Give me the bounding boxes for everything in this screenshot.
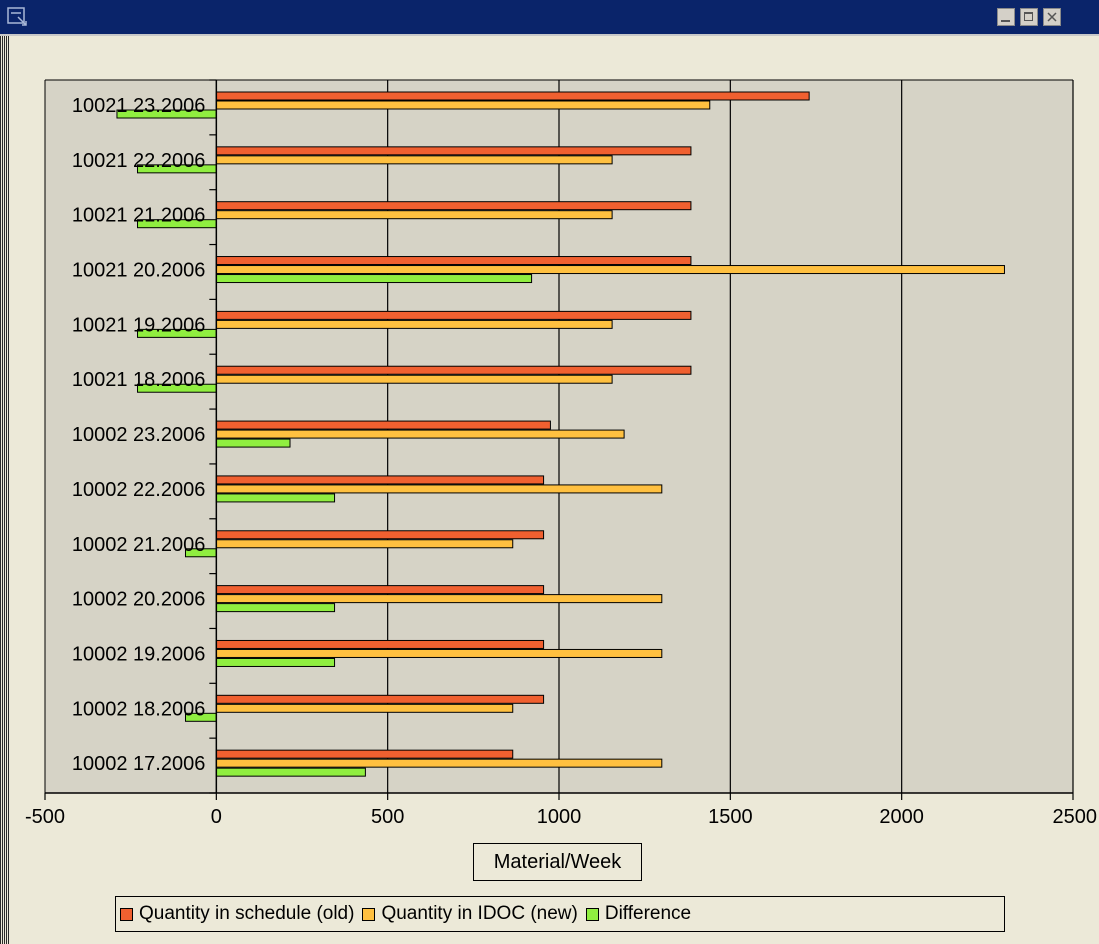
legend-swatch: [362, 907, 376, 921]
bar-chart: 10021 23.2006 10021 22.2006 10021 21.2006 1…: [25, 79, 1097, 828]
bar: [215, 703, 514, 713]
bar: [215, 319, 613, 329]
bar: [215, 639, 545, 649]
bar: [215, 100, 711, 110]
y-tick-label: 10021 22.2006: [72, 150, 205, 172]
legend: Quantity in schedule (old) Quantity in I…: [115, 896, 1005, 932]
legend-item-difference: Difference: [585, 903, 692, 925]
legend-label: Difference: [604, 903, 692, 924]
bar: [215, 274, 533, 284]
y-tick-label: 10002 23.2006: [72, 424, 205, 446]
y-tick-label: 10002 20.2006: [72, 589, 205, 611]
y-tick-label: 10021 21.2006: [72, 205, 205, 227]
x-tick-label: 0: [211, 806, 222, 828]
bar: [215, 374, 613, 384]
y-tick-label: 10002 18.2006: [72, 698, 205, 720]
bar: [215, 539, 514, 549]
legend-label: Quantity in IDOC (new): [381, 903, 578, 924]
bar: [215, 694, 545, 704]
bar: [215, 648, 663, 658]
bar: [215, 420, 551, 430]
bar: [215, 438, 291, 448]
bar: [215, 493, 336, 503]
bar: [215, 758, 663, 768]
x-tick-label: 2500: [1053, 806, 1098, 828]
legend-label: Quantity in schedule (old): [139, 903, 355, 924]
y-tick-label: 10021 19.2006: [72, 314, 205, 336]
y-tick-label: 10002 21.2006: [72, 534, 205, 556]
y-tick-label: 10002 17.2006: [72, 753, 205, 775]
legend-item-old: Quantity in schedule (old): [120, 903, 354, 925]
bar: [215, 256, 692, 266]
bar: [215, 475, 545, 485]
x-tick-labels: -500 0 500 1000 1500 2000 2500: [25, 806, 1097, 828]
x-tick-label: 1500: [708, 806, 753, 828]
y-tick-label: 10002 19.2006: [72, 643, 205, 665]
bar: [215, 146, 692, 156]
bar: [215, 91, 810, 101]
x-tick-label: -500: [25, 806, 65, 828]
legend-swatch: [120, 907, 133, 921]
x-tick-label: 1000: [537, 806, 582, 828]
bar: [215, 155, 613, 165]
bar: [215, 603, 336, 613]
bar: [215, 767, 366, 777]
x-tick-label: 500: [371, 806, 404, 828]
x-axis-label: Material/Week: [473, 843, 642, 881]
y-tick-label: 10021 18.2006: [72, 369, 205, 391]
bar: [215, 530, 545, 540]
bar: [215, 265, 1005, 275]
bar: [215, 365, 692, 375]
bar: [215, 594, 663, 604]
bar: [215, 749, 514, 759]
bar: [215, 657, 336, 667]
bar: [215, 201, 692, 211]
bar: [215, 585, 545, 595]
bar: [215, 484, 663, 494]
bar: [215, 310, 692, 320]
bar: [215, 429, 625, 439]
x-tick-label: 2000: [879, 806, 924, 828]
legend-swatch: [585, 907, 599, 921]
legend-item-new: Quantity in IDOC (new): [362, 903, 578, 925]
y-tick-label: 10002 22.2006: [72, 479, 205, 501]
y-tick-label: 10021 23.2006: [72, 95, 205, 117]
bar: [215, 210, 613, 220]
y-tick-label: 10021 20.2006: [72, 260, 205, 282]
